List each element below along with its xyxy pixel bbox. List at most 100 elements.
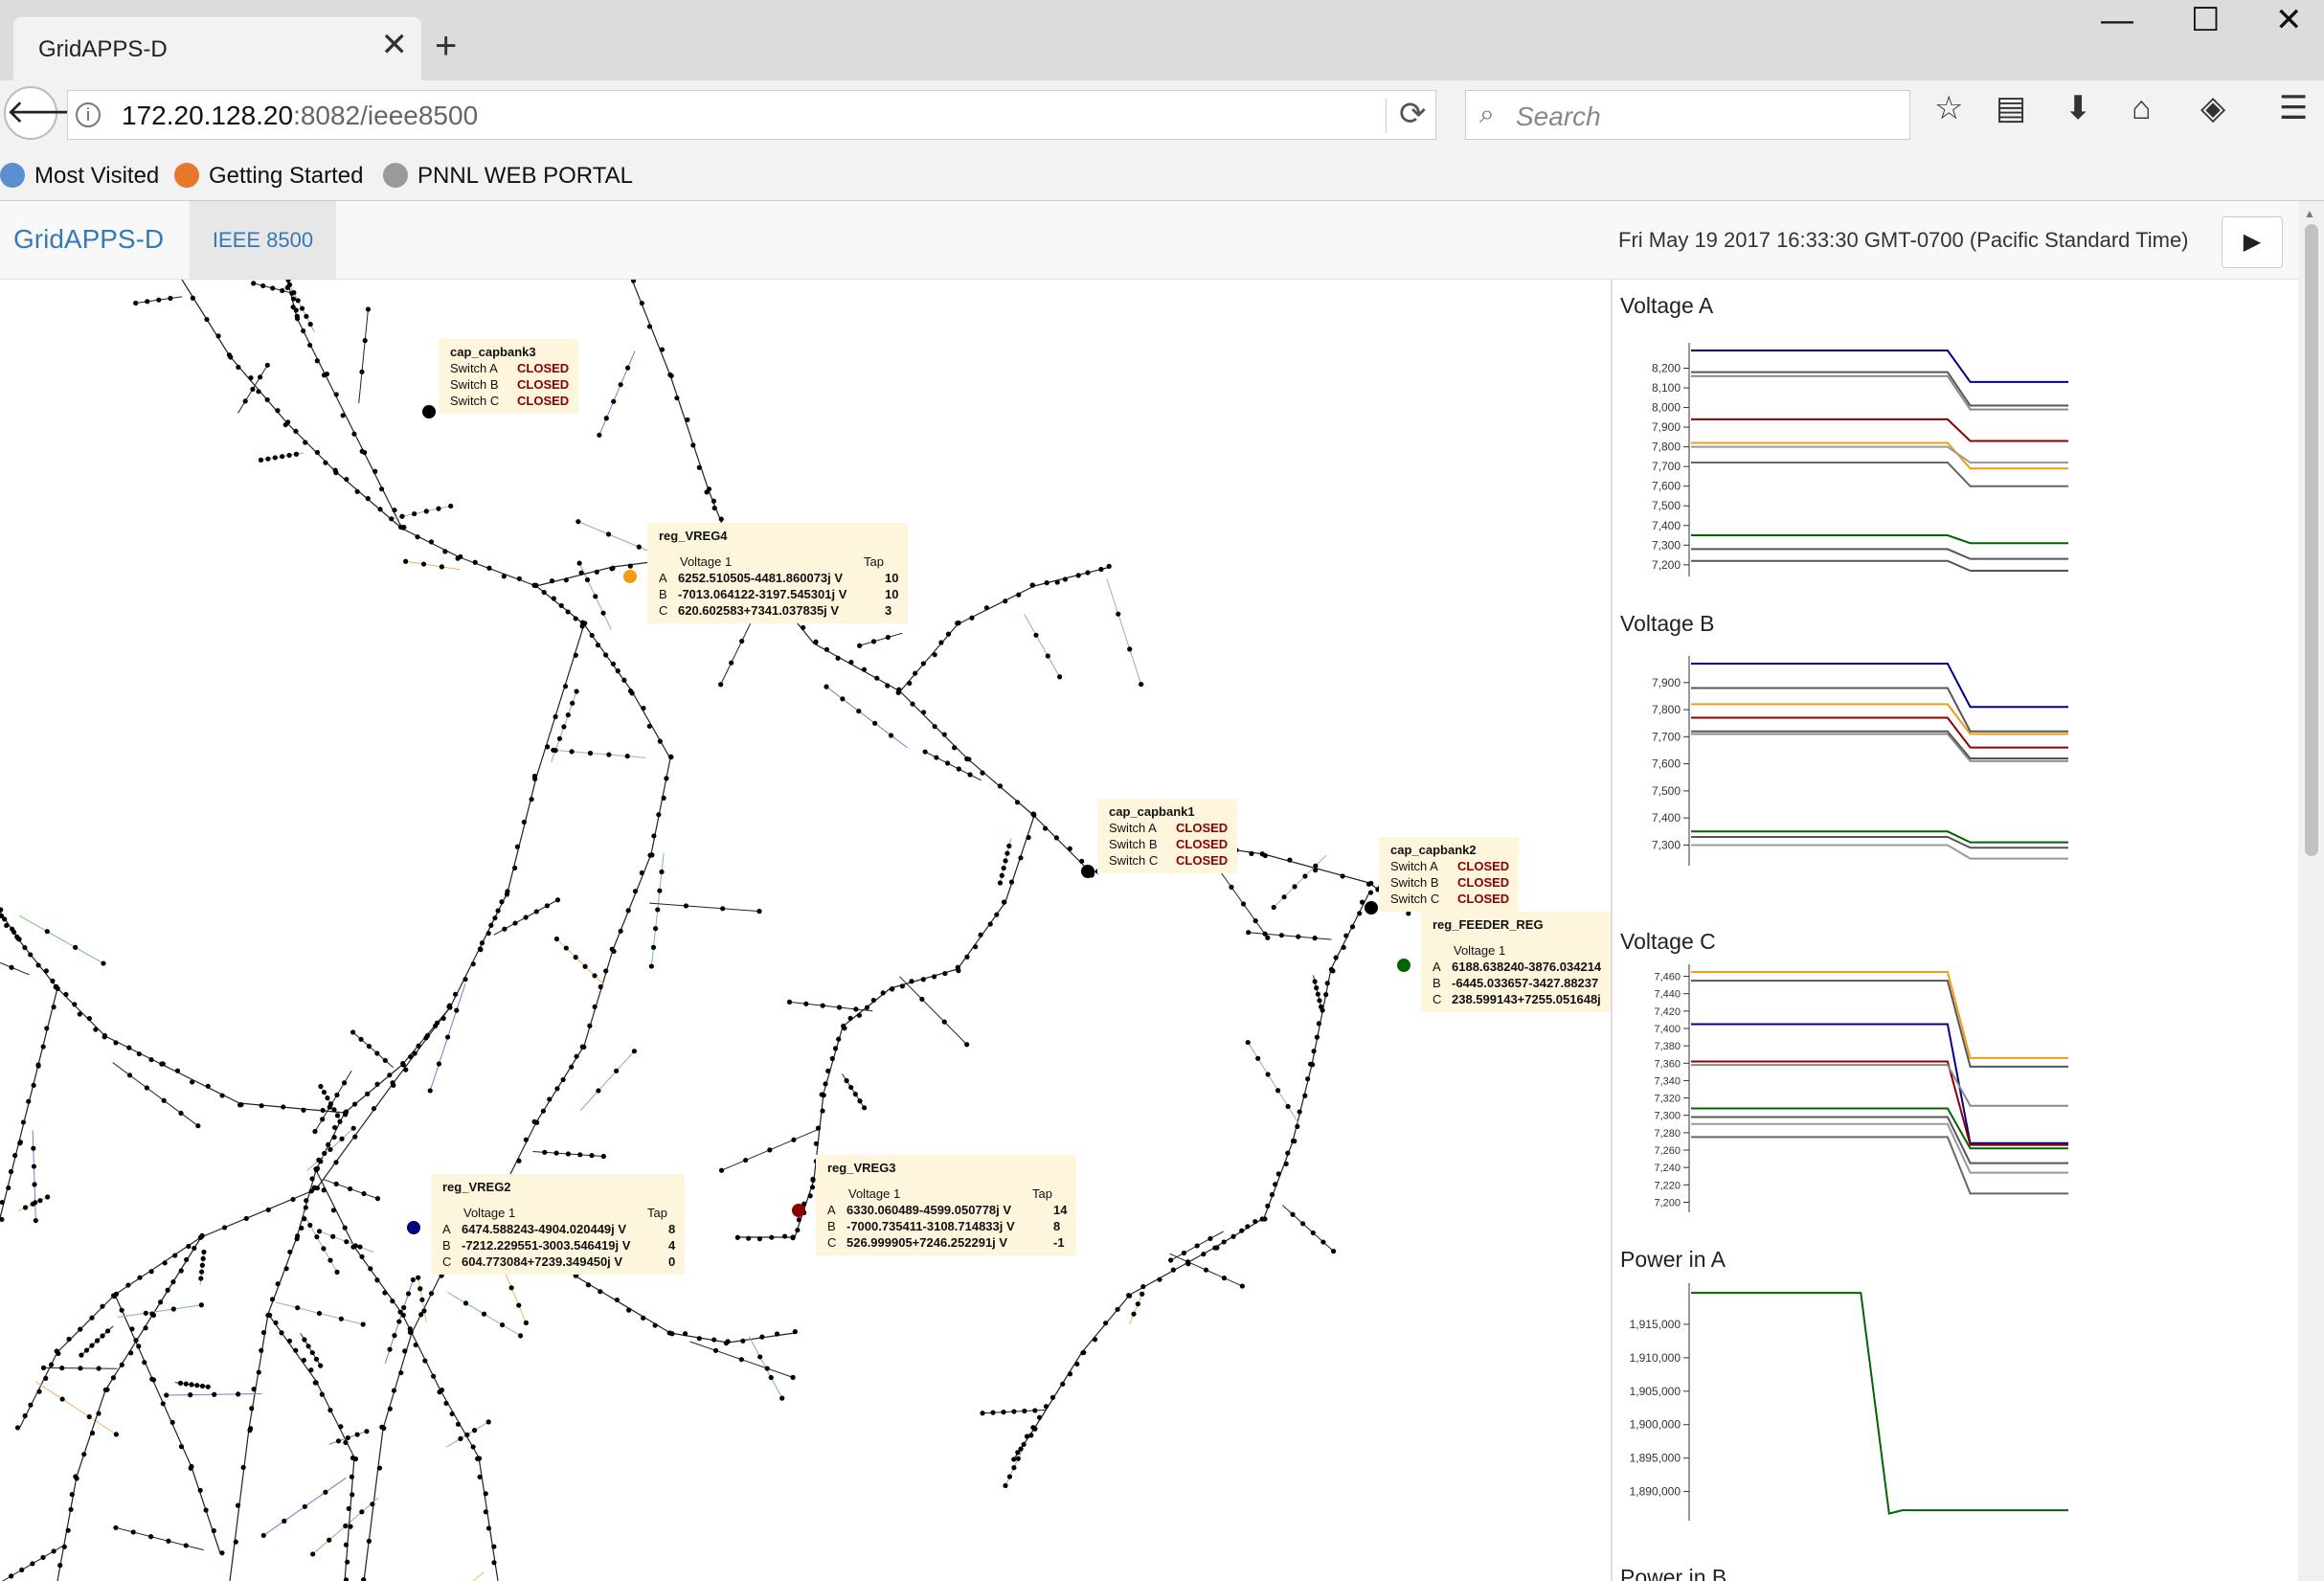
- bus-node[interactable]: [820, 1108, 825, 1114]
- bus-node[interactable]: [870, 639, 877, 644]
- bus-node[interactable]: [964, 954, 970, 960]
- bus-node[interactable]: [1312, 936, 1318, 941]
- bus-node[interactable]: [844, 1077, 849, 1084]
- bus-node[interactable]: [964, 756, 970, 762]
- bus-node[interactable]: [486, 565, 492, 571]
- bus-node[interactable]: [160, 1401, 166, 1407]
- bus-node[interactable]: [78, 1326, 83, 1332]
- bus-node[interactable]: [587, 750, 594, 757]
- bus-node[interactable]: [316, 1310, 323, 1317]
- bus-node[interactable]: [149, 1376, 155, 1382]
- bus-node[interactable]: [402, 1348, 408, 1354]
- bus-node[interactable]: [302, 1503, 307, 1509]
- bus-node[interactable]: [1207, 1235, 1213, 1242]
- bus-node[interactable]: [102, 1387, 108, 1393]
- bus-node[interactable]: [344, 1239, 350, 1245]
- bus-node[interactable]: [1340, 873, 1345, 879]
- bus-node[interactable]: [343, 1439, 349, 1445]
- bus-node[interactable]: [335, 1438, 342, 1444]
- bus-node[interactable]: [312, 1128, 318, 1135]
- play-button[interactable]: ▶: [2222, 216, 2283, 268]
- bus-node[interactable]: [1103, 1321, 1109, 1326]
- bus-node[interactable]: [618, 928, 623, 934]
- bus-node[interactable]: [589, 1153, 595, 1159]
- bus-node[interactable]: [618, 382, 623, 388]
- bus-node[interactable]: [290, 1196, 296, 1203]
- bus-node[interactable]: [343, 1542, 350, 1547]
- bus-node[interactable]: [1290, 1211, 1296, 1217]
- bus-node[interactable]: [378, 486, 385, 492]
- bus-node[interactable]: [739, 638, 745, 644]
- bus-node[interactable]: [195, 1123, 201, 1129]
- bus-node[interactable]: [551, 596, 556, 601]
- bus-node[interactable]: [143, 1325, 148, 1331]
- bus-node[interactable]: [14, 934, 20, 939]
- bus-node[interactable]: [1003, 858, 1008, 864]
- bus-node[interactable]: [813, 1141, 819, 1146]
- bus-node[interactable]: [204, 316, 210, 323]
- bus-node[interactable]: [168, 295, 173, 302]
- bus-node[interactable]: [840, 696, 846, 702]
- bus-node[interactable]: [256, 1369, 261, 1375]
- bus-node[interactable]: [412, 510, 417, 517]
- bus-node[interactable]: [235, 1502, 241, 1508]
- bus-node[interactable]: [1004, 850, 1010, 856]
- bus-node[interactable]: [44, 1026, 50, 1031]
- bus-node[interactable]: [0, 907, 4, 913]
- bus-node[interactable]: [932, 974, 937, 980]
- bus-node[interactable]: [477, 1474, 483, 1479]
- bus-node[interactable]: [738, 1357, 744, 1363]
- bus-node[interactable]: [562, 684, 569, 689]
- bus-node[interactable]: [1343, 933, 1349, 938]
- bus-node[interactable]: [96, 1366, 102, 1371]
- url-text[interactable]: 172.20.128.20:8082/ieee8500: [122, 101, 478, 131]
- bus-node[interactable]: [50, 978, 56, 983]
- bus-node[interactable]: [1194, 1243, 1200, 1249]
- bus-node[interactable]: [870, 997, 876, 1004]
- bus-node[interactable]: [587, 1023, 593, 1028]
- bus-node[interactable]: [1245, 1039, 1251, 1046]
- bus-node[interactable]: [1302, 1093, 1308, 1098]
- bus-node[interactable]: [178, 1110, 184, 1117]
- bus-node[interactable]: [888, 733, 894, 738]
- bus-node[interactable]: [351, 1101, 358, 1107]
- bus-node[interactable]: [161, 1097, 167, 1103]
- bus-node[interactable]: [1252, 1219, 1258, 1225]
- bus-node[interactable]: [79, 1352, 84, 1358]
- bus-node[interactable]: [342, 1225, 348, 1231]
- bus-node[interactable]: [1296, 934, 1301, 939]
- bus-node[interactable]: [1212, 1245, 1218, 1251]
- bus-node[interactable]: [74, 1476, 79, 1481]
- bus-node[interactable]: [358, 1036, 364, 1042]
- bus-node[interactable]: [1317, 998, 1322, 1004]
- bus-node[interactable]: [603, 652, 609, 658]
- bus-node[interactable]: [280, 454, 285, 460]
- bus-node[interactable]: [265, 456, 271, 462]
- bus-node[interactable]: [136, 1050, 142, 1057]
- bus-node[interactable]: [1313, 868, 1319, 873]
- bus-node[interactable]: [683, 903, 689, 909]
- bookmark-star-icon[interactable]: ☆: [1934, 92, 1963, 124]
- bus-node[interactable]: [1259, 1216, 1265, 1222]
- bus-node[interactable]: [314, 449, 321, 456]
- bus-node[interactable]: [1021, 1441, 1027, 1447]
- bus-node[interactable]: [861, 666, 868, 672]
- bus-node[interactable]: [598, 1289, 603, 1295]
- bus-node[interactable]: [420, 561, 427, 567]
- bus-node[interactable]: [364, 1429, 370, 1434]
- bus-node[interactable]: [479, 940, 485, 946]
- bus-node[interactable]: [400, 1062, 406, 1068]
- bus-node[interactable]: [20, 1119, 27, 1125]
- bus-node[interactable]: [444, 1034, 451, 1040]
- bus-node[interactable]: [165, 1287, 170, 1293]
- bus-node[interactable]: [1018, 855, 1024, 861]
- bus-node[interactable]: [1029, 582, 1035, 588]
- bus-node[interactable]: [248, 1426, 254, 1432]
- bus-node[interactable]: [956, 620, 961, 626]
- bus-node[interactable]: [316, 1157, 322, 1163]
- bus-node[interactable]: [303, 440, 308, 445]
- bus-node[interactable]: [508, 1285, 514, 1291]
- bus-node[interactable]: [1313, 863, 1319, 869]
- bus-node[interactable]: [248, 375, 254, 381]
- bus-node[interactable]: [973, 944, 979, 950]
